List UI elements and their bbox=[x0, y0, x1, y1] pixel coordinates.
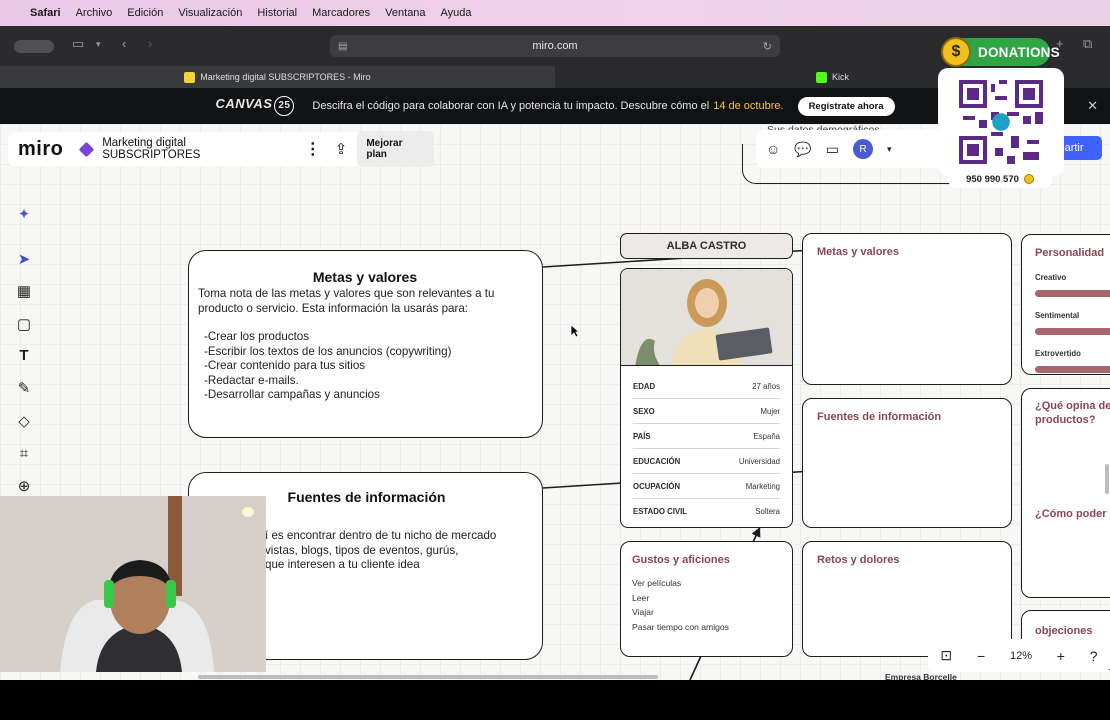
url-bar[interactable]: ▤ miro.com ↻ bbox=[330, 35, 780, 57]
gustos-box[interactable]: Gustos y aficiones Ver películas Leer Vi… bbox=[620, 541, 793, 657]
list-item: -Redactar e-mails. bbox=[204, 373, 299, 387]
forward-icon[interactable]: › bbox=[148, 36, 152, 51]
sidebar-icon[interactable]: ▭ bbox=[72, 36, 84, 52]
menu-historial[interactable]: Historial bbox=[257, 7, 297, 19]
persona-fuentes-box[interactable]: Fuentes de información bbox=[802, 398, 1012, 528]
tab-miro[interactable]: Marketing digital SUBSCRIPTORES - Miro bbox=[0, 66, 555, 88]
macos-menubar: Safari Archivo Edición Visualización His… bbox=[0, 0, 1110, 26]
opina-box[interactable]: ¿Qué opina de productos? ¿Cómo poder bbox=[1021, 388, 1110, 598]
window-controls[interactable] bbox=[14, 40, 54, 53]
metas-body: Toma nota de las metas y valores que son… bbox=[198, 287, 495, 315]
reload-icon[interactable]: ↻ bbox=[763, 40, 772, 53]
table-row: EDAD 27 años bbox=[633, 374, 780, 399]
url-text: miro.com bbox=[532, 40, 578, 52]
list-item: -Desarrollar campañas y anuncios bbox=[204, 388, 380, 401]
webcam-overlay bbox=[0, 496, 266, 672]
menu-archivo[interactable]: Archivo bbox=[76, 7, 113, 19]
coin-icon bbox=[1023, 174, 1034, 184]
persona-info: EDAD 27 años SEXO Mujer PAÍS España EDUCACI… bbox=[620, 366, 793, 528]
list-item: Leer bbox=[632, 592, 650, 603]
vertical-scrollbar[interactable] bbox=[1105, 464, 1109, 494]
menu-visualizacion[interactable]: Visualización bbox=[178, 7, 242, 19]
table-row: PAÍS España bbox=[633, 424, 780, 449]
empresa-label: Empresa Borcelle bbox=[885, 672, 957, 680]
qr-code bbox=[938, 68, 1064, 176]
back-icon[interactable]: ‹ bbox=[122, 36, 126, 51]
zoom-level[interactable]: 12% bbox=[1010, 650, 1032, 662]
persona-metas-box[interactable]: Metas y valores bbox=[802, 233, 1012, 385]
close-icon[interactable]: ✕ bbox=[1087, 98, 1098, 114]
table-row: ESTADO CIVIL Soltera bbox=[633, 507, 780, 516]
canvas-logo: CANVAS 25 bbox=[215, 96, 295, 116]
dollar-coin-icon: $ bbox=[941, 37, 971, 67]
trait-label: Extrovertido bbox=[1035, 349, 1081, 358]
qr-code-icon bbox=[959, 80, 1043, 164]
help-icon[interactable]: ? bbox=[1090, 648, 1098, 664]
list-item: Pasar tiempo con amigos bbox=[632, 621, 729, 632]
personalidad-box[interactable]: Personalidad Creativo Sentimental Extrov… bbox=[1021, 234, 1110, 375]
trait-bar bbox=[1035, 328, 1110, 335]
kick-favicon bbox=[815, 71, 827, 83]
list-item: Viajar bbox=[632, 607, 654, 617]
horizontal-scrollbar[interactable] bbox=[198, 675, 658, 679]
list-item: -Crear los productos bbox=[204, 330, 310, 343]
list-item: -Crear contenido para tus sitios bbox=[204, 359, 366, 372]
register-button[interactable]: Regístrate ahora bbox=[797, 96, 895, 116]
persona-photo[interactable] bbox=[620, 268, 793, 366]
fit-icon[interactable]: ⊡ bbox=[940, 647, 952, 664]
miro-favicon bbox=[184, 71, 196, 83]
table-row: OCUPACIÓN Marketing bbox=[633, 474, 780, 499]
zoom-in-icon[interactable]: + bbox=[1057, 648, 1065, 664]
table-row: EDUCACIÓN Universidad bbox=[633, 449, 780, 474]
menu-marcadores[interactable]: Marcadores bbox=[312, 7, 370, 19]
zoom-out-icon[interactable]: − bbox=[977, 648, 985, 664]
woman-laptop-illustration bbox=[621, 269, 792, 365]
persona-name[interactable]: ALBA CASTRO bbox=[620, 233, 793, 259]
metas-card[interactable]: Metas y valores Toma nota de las metas y… bbox=[188, 250, 543, 438]
trait-bar bbox=[1035, 290, 1110, 297]
trait-label: Creativo bbox=[1035, 273, 1067, 282]
streamer-webcam bbox=[0, 496, 266, 672]
donations-overlay: DONATIONS $ 950 990 570 bbox=[938, 37, 1064, 190]
page-icon: ▤ bbox=[338, 40, 348, 52]
phone-number: 950 990 570 bbox=[948, 170, 1052, 188]
banner-text: Descifra el código para colaborar con IA… bbox=[312, 100, 710, 112]
bottom-bar bbox=[0, 680, 1110, 720]
table-row: SEXO Mujer bbox=[633, 399, 780, 424]
zoom-controls: ⊡ − 12% + ? bbox=[928, 639, 1110, 672]
menu-edicion[interactable]: Edición bbox=[127, 7, 163, 19]
trait-label: Sentimental bbox=[1035, 311, 1080, 320]
chevron-down-icon[interactable]: ▾ bbox=[96, 39, 101, 50]
trait-bar bbox=[1035, 366, 1110, 373]
menu-ayuda[interactable]: Ayuda bbox=[441, 7, 472, 19]
list-item: -Escribir los textos de los anuncios (co… bbox=[204, 344, 452, 358]
metas-title: Metas y valores bbox=[312, 269, 418, 285]
tab-overview-icon[interactable]: ⧉ bbox=[1083, 36, 1092, 52]
banner-date: 14 de octubre. bbox=[713, 100, 784, 112]
mouse-cursor-icon bbox=[570, 324, 580, 338]
list-item: Ver películas bbox=[632, 578, 682, 588]
menu-ventana[interactable]: Ventana bbox=[385, 7, 425, 19]
menu-safari[interactable]: Safari bbox=[30, 7, 61, 19]
